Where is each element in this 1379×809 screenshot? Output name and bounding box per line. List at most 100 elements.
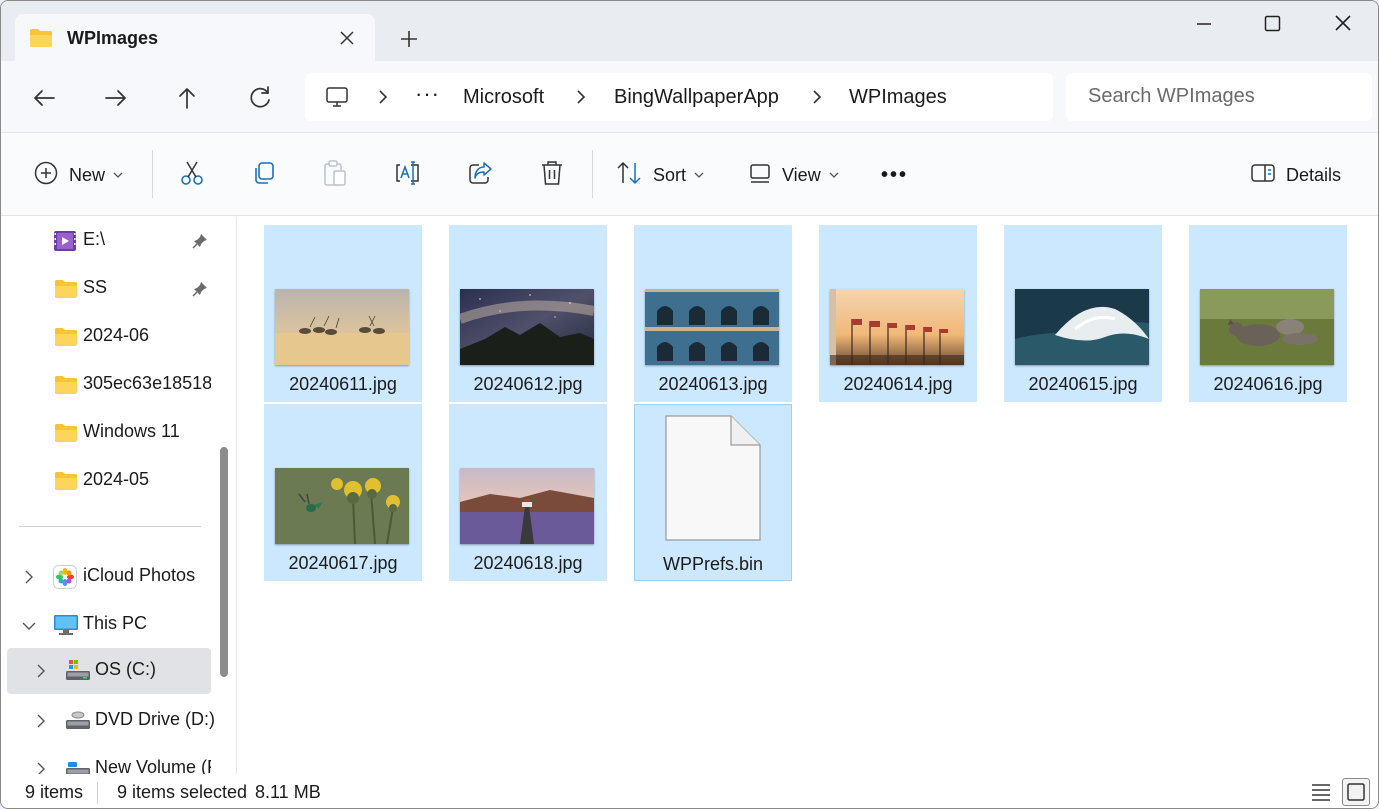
sidebar-item-label: iCloud Photos: [83, 565, 196, 585]
monitor-icon: [53, 613, 79, 642]
sidebar-item-2024-06[interactable]: 2024-06: [1, 314, 213, 360]
breadcrumb-microsoft[interactable]: Microsoft: [463, 86, 544, 109]
item-count: 9 items: [25, 782, 84, 802]
back-arrow-icon[interactable]: [27, 81, 61, 115]
file-explorer-window: WPImages ··· Microsoft BingWallpaperApp …: [0, 0, 1379, 809]
sidebar-item-label: DVD Drive (D:): [95, 709, 215, 729]
monitor-icon[interactable]: [325, 85, 349, 114]
folder-icon: [54, 327, 78, 352]
details-view-icon[interactable]: [1307, 778, 1335, 806]
delete-button[interactable]: [539, 156, 565, 194]
selected-count: 9 items selected: [117, 782, 248, 802]
folder-icon: [54, 279, 78, 304]
folder-icon: [54, 471, 78, 496]
pin-icon[interactable]: [191, 232, 209, 255]
breadcrumb-bingwallpaperapp[interactable]: BingWallpaperApp: [614, 86, 779, 109]
sidebar-scrollbar[interactable]: [217, 217, 231, 774]
thumbnail-flags-sunrise: [830, 289, 964, 365]
file-item[interactable]: 20240618.jpg: [449, 404, 607, 581]
rename-button[interactable]: [394, 156, 422, 194]
file-item[interactable]: 20240616.jpg: [1189, 225, 1347, 402]
file-name: 20240617.jpg: [288, 553, 398, 573]
toolbar-divider: [152, 150, 153, 198]
minimize-icon[interactable]: [1181, 11, 1227, 41]
file-item[interactable]: 20240614.jpg: [819, 225, 977, 402]
plus-circle-icon: [33, 160, 59, 191]
chevron-right-icon[interactable]: [35, 713, 47, 734]
cut-button[interactable]: [178, 156, 206, 194]
plus-icon[interactable]: [395, 25, 423, 53]
chevron-right-icon[interactable]: [35, 761, 47, 774]
pin-icon[interactable]: [191, 280, 209, 303]
title-bar: WPImages: [1, 1, 1378, 62]
details-button[interactable]: Details: [1250, 156, 1341, 194]
file-item[interactable]: 20240615.jpg: [1004, 225, 1162, 402]
file-name: 20240616.jpg: [1213, 374, 1323, 394]
sidebar-item-label: 305ec63e18518b: [83, 373, 211, 393]
sidebar-item-2024-05[interactable]: 2024-05: [1, 458, 213, 504]
sidebar-item-icloud-photos[interactable]: iCloud Photos: [1, 554, 213, 600]
navigation-pane: E:\ SS 2024-06 305ec63e18518b Windows 11…: [1, 217, 237, 774]
search-box[interactable]: [1066, 73, 1372, 121]
paste-button[interactable]: [322, 156, 348, 194]
sidebar-divider: [19, 526, 201, 527]
dvd-drive-icon: [65, 709, 91, 738]
thumbnail-lupine-road: [460, 468, 594, 544]
status-bar: 9 items 9 items selected 8.11 MB: [1, 774, 1378, 808]
chevron-right-icon[interactable]: [573, 87, 589, 107]
chevron-right-icon[interactable]: [375, 87, 391, 107]
close-tab-icon[interactable]: [335, 26, 359, 50]
close-icon[interactable]: [1320, 11, 1366, 41]
up-arrow-icon[interactable]: [170, 81, 204, 115]
file-item[interactable]: 20240613.jpg: [634, 225, 792, 402]
file-name: 20240613.jpg: [658, 374, 768, 394]
video-drive-icon: [53, 229, 77, 258]
rename-icon: [394, 159, 422, 192]
scrollbar-thumb[interactable]: [220, 447, 228, 677]
maximize-icon[interactable]: [1249, 11, 1295, 41]
refresh-icon[interactable]: [243, 81, 277, 115]
more-options-button[interactable]: •••: [881, 156, 908, 194]
trash-icon: [539, 159, 565, 192]
sidebar-item-label: E:\: [83, 229, 106, 249]
sort-button[interactable]: Sort: [615, 156, 704, 194]
thumbnail-oryx-savanna: [275, 289, 409, 365]
file-item[interactable]: 20240617.jpg: [264, 404, 422, 581]
share-button[interactable]: [467, 156, 495, 194]
file-item[interactable]: WPPrefs.bin: [634, 404, 792, 581]
command-bar: New Sort View ••• Details: [1, 134, 1378, 216]
breadcrumb[interactable]: ··· Microsoft BingWallpaperApp WPImages: [305, 73, 1053, 121]
details-label: Details: [1286, 164, 1342, 185]
tiles-view-icon[interactable]: [1342, 778, 1370, 806]
sidebar-item-dvd-drive[interactable]: DVD Drive (D:): [1, 698, 215, 744]
view-button[interactable]: View: [748, 156, 839, 194]
sidebar-item-windows-11[interactable]: Windows 11: [1, 410, 213, 456]
sidebar-item-label: New Volume (F:): [95, 757, 211, 774]
copy-icon: [251, 160, 277, 191]
sidebar-item-os-c[interactable]: OS (C:): [7, 648, 211, 694]
file-name: 20240612.jpg: [473, 374, 583, 394]
thumbnail-arctic-foxes: [1200, 289, 1334, 365]
chevron-down-icon[interactable]: [21, 619, 37, 637]
copy-button[interactable]: [251, 156, 277, 194]
sidebar-item-e-drive[interactable]: E:\: [1, 218, 213, 264]
tab-wpimages[interactable]: WPImages: [15, 14, 375, 62]
status-divider: [97, 782, 98, 804]
file-item[interactable]: 20240611.jpg: [264, 225, 422, 402]
new-button[interactable]: New: [33, 156, 123, 194]
chevron-right-icon[interactable]: [23, 569, 35, 590]
breadcrumb-overflow[interactable]: ···: [415, 81, 440, 107]
sidebar-item-305ec63e[interactable]: 305ec63e18518b: [1, 362, 213, 408]
sidebar-item-ss[interactable]: SS: [1, 266, 213, 312]
file-name: WPPrefs.bin: [662, 554, 764, 574]
file-item[interactable]: 20240612.jpg: [449, 225, 607, 402]
chevron-right-icon[interactable]: [809, 87, 825, 107]
folder-icon: [54, 423, 78, 448]
chevron-right-icon[interactable]: [35, 663, 47, 684]
search-input[interactable]: [1088, 85, 1358, 108]
breadcrumb-wpimages[interactable]: WPImages: [849, 86, 947, 109]
sidebar-item-new-volume[interactable]: New Volume (F:): [1, 746, 213, 774]
forward-arrow-icon[interactable]: [99, 81, 133, 115]
sidebar-item-this-pc[interactable]: This PC: [1, 602, 213, 648]
thumbnail-tiled-arches: [645, 289, 779, 365]
